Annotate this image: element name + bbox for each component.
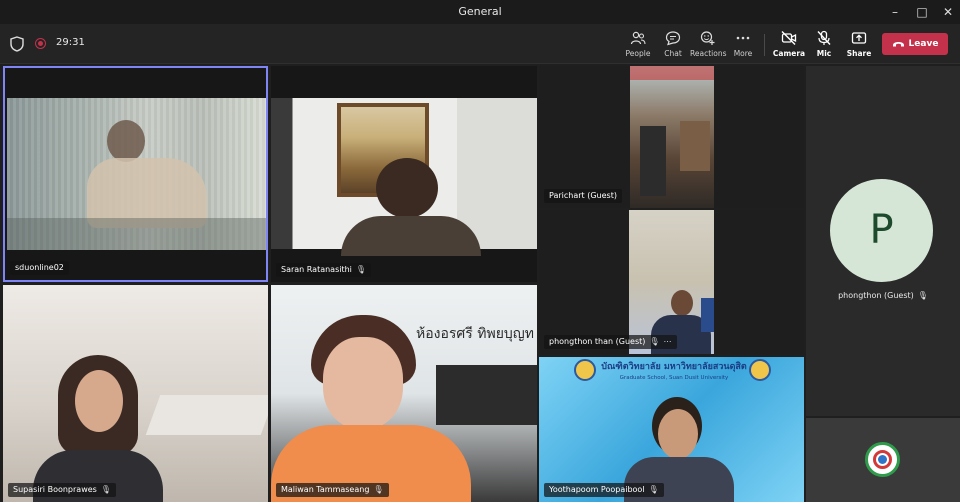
leave-label: Leave xyxy=(908,39,939,49)
video-feed xyxy=(629,210,714,354)
room-sign: ห้องอรศรี ทิพยบุญท xyxy=(416,326,534,342)
chat-button[interactable]: Chat xyxy=(655,28,691,62)
hang-up-icon xyxy=(892,41,904,46)
video-tile-phongthon-than[interactable]: phongthon than (Guest) 🎙 ⋯ xyxy=(539,210,804,354)
title-bar: General – □ ✕ xyxy=(0,0,960,24)
mic-muted-icon: 🎙 xyxy=(649,337,660,346)
mic-muted-icon: 🎙 xyxy=(373,485,384,494)
mic-off-icon xyxy=(817,30,831,45)
avatar-participant-name: phongthon (Guest) 🎙 xyxy=(838,291,928,300)
meeting-toolbar: 29:31 People Chat Reactions More Camera … xyxy=(0,24,960,64)
people-icon xyxy=(630,31,646,45)
video-feed: ห้องอรศรี ทิพยบุญท xyxy=(271,285,537,502)
video-tile-yoothapoom[interactable]: บัณฑิตวิทยาลัย มหาวิทยาลัยสวนดุสิต Gradu… xyxy=(539,357,804,502)
video-feed xyxy=(630,66,714,208)
camera-off-icon xyxy=(781,31,797,45)
camera-label: Camera xyxy=(772,49,806,58)
participant-name: Supasiri Boonprawes 🎙 xyxy=(8,483,116,497)
banner-thai: บัณฑิตวิทยาลัย มหาวิทยาลัยสวนดุสิต xyxy=(601,362,747,372)
video-tile-maliwan[interactable]: ห้องอรศรี ทิพยบุญท Maliwan Tammaseang 🎙 xyxy=(271,285,537,502)
reactions-icon xyxy=(700,31,715,45)
more-icon xyxy=(736,36,750,40)
share-label: Share xyxy=(846,49,872,58)
mic-muted-icon: 🎙 xyxy=(355,265,367,274)
people-button[interactable]: People xyxy=(620,28,656,62)
shield-icon[interactable] xyxy=(10,36,24,52)
video-tile-sduonline02[interactable]: sduonline02 xyxy=(3,66,268,282)
maximize-button[interactable]: □ xyxy=(909,2,935,22)
mic-muted-icon: 🎙 xyxy=(917,291,928,300)
participant-name: Parichart (Guest) xyxy=(544,189,622,203)
reactions-label: Reactions xyxy=(690,49,727,58)
window-title: General xyxy=(458,5,502,18)
participant-name: sduonline02 xyxy=(10,261,69,275)
minimize-button[interactable]: – xyxy=(882,2,908,22)
participant-name: Saran Ratanasithi 🎙 xyxy=(276,263,372,277)
video-tile-parichart[interactable]: Parichart (Guest) xyxy=(539,66,804,208)
more-label: More xyxy=(733,49,753,58)
banner-english: Graduate School, Suan Dusit University xyxy=(619,375,729,381)
video-feed: บัณฑิตวิทยาลัย มหาวิทยาลัยสวนดุสิต Gradu… xyxy=(539,357,804,502)
close-button[interactable]: ✕ xyxy=(935,2,960,22)
video-tile-saran[interactable]: Saran Ratanasithi 🎙 xyxy=(271,66,537,282)
reactions-button[interactable]: Reactions xyxy=(690,28,726,62)
avatar: P xyxy=(830,179,933,282)
more-options-icon[interactable]: ⋯ xyxy=(664,335,672,349)
mic-label: Mic xyxy=(816,49,832,58)
share-icon xyxy=(851,32,867,44)
more-button[interactable]: More xyxy=(725,28,761,62)
participant-name: Yoothapoom Poopaibool 🎙 xyxy=(544,483,664,497)
mic-muted-icon: 🎙 xyxy=(648,485,659,494)
self-view-tile[interactable] xyxy=(806,418,960,502)
logo-icon xyxy=(865,442,900,477)
meeting-timer: 29:31 xyxy=(56,37,85,48)
recording-icon xyxy=(35,38,46,49)
leave-button[interactable]: Leave xyxy=(882,33,948,55)
participant-name: phongthon than (Guest) 🎙 ⋯ xyxy=(544,335,677,349)
chat-icon xyxy=(665,31,681,46)
camera-button[interactable]: Camera xyxy=(771,28,807,62)
toolbar-divider xyxy=(764,34,765,56)
video-feed xyxy=(3,285,268,502)
video-feed xyxy=(7,98,266,250)
video-tile-supasiri[interactable]: Supasiri Boonprawes 🎙 xyxy=(3,285,268,502)
mic-button[interactable]: Mic xyxy=(806,28,842,62)
chat-label: Chat xyxy=(664,49,682,58)
people-label: People xyxy=(625,49,651,58)
mic-muted-icon: 🎙 xyxy=(100,485,111,494)
participant-name: Maliwan Tammaseang 🎙 xyxy=(276,483,389,497)
share-button[interactable]: Share xyxy=(841,28,877,62)
video-feed xyxy=(271,98,537,256)
